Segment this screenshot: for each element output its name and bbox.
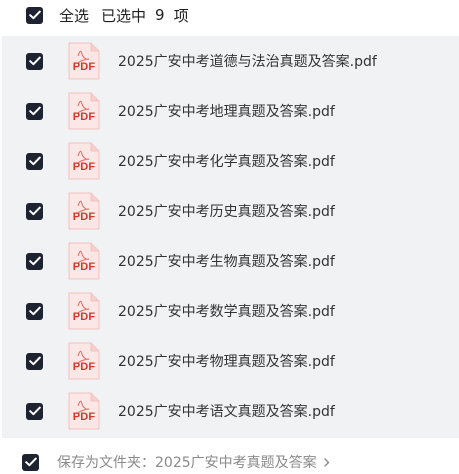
pdf-file-icon: PDF xyxy=(67,242,101,280)
file-checkbox[interactable] xyxy=(26,352,43,370)
file-row[interactable]: PDF 2025广安中考物理真题及答案.pdf xyxy=(2,336,459,386)
file-name: 2025广安中考地理真题及答案.pdf xyxy=(118,104,335,120)
pdf-file-icon: PDF xyxy=(67,342,101,380)
checkmark-icon xyxy=(28,10,41,20)
selected-count-suffix: 项 xyxy=(173,6,189,25)
file-name: 2025广安中考道德与法治真题及答案.pdf xyxy=(118,54,377,70)
checkmark-icon xyxy=(28,156,41,166)
file-row[interactable]: PDF 2025广安中考道德与法治真题及答案.pdf xyxy=(2,36,459,86)
select-all-label[interactable]: 全选 xyxy=(59,5,89,26)
checkmark-icon xyxy=(28,406,41,416)
save-as-folder-label: 保存为文件夹： xyxy=(57,455,155,471)
pdf-icon-label: PDF xyxy=(72,411,96,423)
pdf-file-icon: PDF xyxy=(67,92,101,130)
file-name: 2025广安中考历史真题及答案.pdf xyxy=(118,204,335,220)
pdf-icon-label: PDF xyxy=(72,111,96,123)
pdf-file-icon: PDF xyxy=(67,42,101,80)
pdf-file-icon: PDF xyxy=(67,192,101,230)
file-checkbox[interactable] xyxy=(26,52,43,70)
file-row[interactable]: PDF 2025广安中考化学真题及答案.pdf xyxy=(2,136,459,186)
pdf-icon-label: PDF xyxy=(72,61,96,73)
file-checkbox[interactable] xyxy=(26,152,43,170)
file-name: 2025广安中考化学真题及答案.pdf xyxy=(118,154,335,170)
selection-header: 全选 已选中 9 项 xyxy=(0,0,459,30)
checkmark-icon xyxy=(28,106,41,116)
save-as-folder-row[interactable]: 保存为文件夹： 2025广安中考真题及答案 xyxy=(0,450,459,474)
file-row[interactable]: PDF 2025广安中考生物真题及答案.pdf xyxy=(2,236,459,286)
checkmark-icon xyxy=(28,306,41,316)
file-row[interactable]: PDF 2025广安中考地理真题及答案.pdf xyxy=(2,86,459,136)
file-row[interactable]: PDF 2025广安中考数学真题及答案.pdf xyxy=(2,286,459,336)
file-checkbox[interactable] xyxy=(26,252,43,270)
checkmark-icon xyxy=(28,356,41,366)
select-all-checkbox[interactable] xyxy=(26,6,43,24)
file-list: PDF 2025广安中考道德与法治真题及答案.pdf PDF 2025广安中考地… xyxy=(2,36,459,438)
file-name: 2025广安中考生物真题及答案.pdf xyxy=(118,254,335,270)
file-row[interactable]: PDF 2025广安中考历史真题及答案.pdf xyxy=(2,186,459,236)
selected-count-prefix: 已选中 xyxy=(101,6,147,25)
folder-name[interactable]: 2025广安中考真题及答案 xyxy=(155,452,317,472)
checkmark-icon xyxy=(28,256,41,266)
pdf-icon-label: PDF xyxy=(72,311,96,323)
selected-count: 9 xyxy=(155,6,165,24)
checkmark-icon xyxy=(28,56,41,66)
file-checkbox[interactable] xyxy=(26,202,43,220)
file-name: 2025广安中考数学真题及答案.pdf xyxy=(118,304,335,320)
save-as-folder-checkbox[interactable] xyxy=(22,453,39,471)
pdf-icon-label: PDF xyxy=(72,211,96,223)
file-name: 2025广安中考物理真题及答案.pdf xyxy=(118,354,335,370)
checkmark-icon xyxy=(28,206,41,216)
pdf-icon-label: PDF xyxy=(72,261,96,273)
pdf-icon-label: PDF xyxy=(72,161,96,173)
file-checkbox[interactable] xyxy=(26,102,43,120)
file-row[interactable]: PDF 2025广安中考语文真题及答案.pdf xyxy=(2,386,459,436)
file-checkbox[interactable] xyxy=(26,402,43,420)
file-name: 2025广安中考语文真题及答案.pdf xyxy=(118,404,335,420)
pdf-file-icon: PDF xyxy=(67,392,101,430)
pdf-file-icon: PDF xyxy=(67,292,101,330)
pdf-icon-label: PDF xyxy=(72,361,96,373)
file-checkbox[interactable] xyxy=(26,302,43,320)
pdf-file-icon: PDF xyxy=(67,142,101,180)
chevron-right-icon[interactable] xyxy=(321,456,333,468)
checkmark-icon xyxy=(24,457,37,467)
